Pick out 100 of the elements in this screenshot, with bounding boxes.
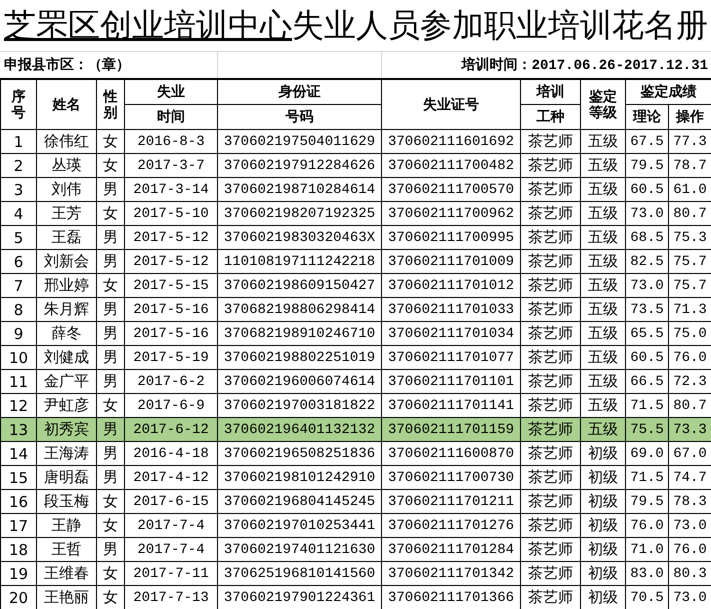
district-label: 申报县市区：（章）: [3, 56, 131, 74]
table-cell: 茶艺师: [520, 274, 580, 298]
table-cell: 五级: [580, 250, 626, 274]
table-cell: 薛冬: [36, 322, 96, 346]
table-cell: 370602111700730: [382, 466, 520, 490]
table-cell: 茶艺师: [520, 154, 580, 178]
table-cell: 71.0: [626, 538, 668, 562]
table-cell: 五级: [580, 346, 626, 370]
table-cell: 370602111701342: [382, 562, 520, 586]
table-cell: 2017-6-15: [124, 490, 218, 514]
table-cell: 2017-5-10: [124, 202, 218, 226]
table-cell: 男: [96, 226, 124, 250]
table-cell: 10: [0, 346, 36, 370]
table-cell: 初级: [580, 466, 626, 490]
table-cell: 2017-7-4: [124, 538, 218, 562]
table-cell: 370602197504011629: [218, 130, 382, 154]
table-cell: 370602111701077: [382, 346, 520, 370]
table-cell: 五级: [580, 418, 626, 442]
table-cell: 男: [96, 442, 124, 466]
table-cell: 男: [96, 298, 124, 322]
table-cell: 男: [96, 370, 124, 394]
table-cell: 男: [96, 346, 124, 370]
table-cell: 16: [0, 490, 36, 514]
table-cell: 73.5: [626, 298, 668, 322]
table-cell: 茶艺师: [520, 538, 580, 562]
header-cell: 失业证号: [382, 79, 520, 130]
table-cell: 金广平: [36, 370, 96, 394]
table-cell: 2017-7-11: [124, 562, 218, 586]
table-cell: 王哲: [36, 538, 96, 562]
table-cell: 370602197401121630: [218, 538, 382, 562]
table-cell: 茶艺师: [520, 250, 580, 274]
table-cell: 男: [96, 322, 124, 346]
table-cell: 丛瑛: [36, 154, 96, 178]
table-cell: 370602197010253441: [218, 514, 382, 538]
table-cell: 茶艺师: [520, 490, 580, 514]
table-cell: 370602198207192325: [218, 202, 382, 226]
table-cell: 茶艺师: [520, 226, 580, 250]
table-cell: 2: [0, 154, 36, 178]
table-cell: 刘伟: [36, 178, 96, 202]
table-cell: 370682198806298414: [218, 298, 382, 322]
table-cell: 14: [0, 442, 36, 466]
table-cell: 2017-6-2: [124, 370, 218, 394]
table-cell: 370682198910246710: [218, 322, 382, 346]
table-cell: 2017-3-14: [124, 178, 218, 202]
table-cell: 79.5: [626, 490, 668, 514]
table-cell: 37060219830320463X: [218, 226, 382, 250]
header-cell: 培训: [520, 79, 580, 104]
header-cell: 序号: [0, 79, 36, 130]
table-cell: 20: [0, 586, 36, 609]
table-cell: 茶艺师: [520, 322, 580, 346]
header-cell: 理论: [626, 104, 668, 130]
table-cell: 5: [0, 226, 36, 250]
table-cell: 82.5: [626, 250, 668, 274]
table-cell: 370602111600870: [382, 442, 520, 466]
table-cell: 370602111700570: [382, 178, 520, 202]
table-cell: 11: [0, 370, 36, 394]
table-cell: 段玉梅: [36, 490, 96, 514]
table-cell: 初级: [580, 514, 626, 538]
table-cell: 茶艺师: [520, 514, 580, 538]
table-cell: 370602111601692: [382, 130, 520, 154]
table-cell: 茶艺师: [520, 370, 580, 394]
table-cell: 茶艺师: [520, 130, 580, 154]
header-cell: 鉴定等级: [580, 79, 626, 130]
table-cell: 18: [0, 538, 36, 562]
table-cell: 刘新会: [36, 250, 96, 274]
table-cell: 67.5: [626, 130, 668, 154]
table-cell: 五级: [580, 274, 626, 298]
table-cell: 370602198802251019: [218, 346, 382, 370]
table-cell: 男: [96, 250, 124, 274]
header-cell: 姓名: [36, 79, 96, 130]
table-cell: 19: [0, 562, 36, 586]
table-cell: 4: [0, 202, 36, 226]
table-cell: 王维春: [36, 562, 96, 586]
table-cell: 68.5: [626, 226, 668, 250]
training-period: 培训时间：2017.06.26-2017.12.31: [460, 56, 709, 74]
table-cell: 370602196508251836: [218, 442, 382, 466]
table-cell: 75.5: [626, 418, 668, 442]
table-cell: 五级: [580, 322, 626, 346]
table-cell: 73.0: [626, 274, 668, 298]
table-cell: 370602198101242910: [218, 466, 382, 490]
table-cell: 2017-5-19: [124, 346, 218, 370]
table-cell: 370625196810141560: [218, 562, 382, 586]
table-cell: 朱月辉: [36, 298, 96, 322]
table-cell: 79.5: [626, 154, 668, 178]
sheet-title: 芝罘区创业培训中心: [4, 4, 292, 46]
table-cell: 76.0: [626, 514, 668, 538]
table-cell: 370602111701012: [382, 274, 520, 298]
table-cell: 370602111701211: [382, 490, 520, 514]
table-cell: 初级: [580, 562, 626, 586]
table-cell: 6: [0, 250, 36, 274]
table-cell: 2016-4-18: [124, 442, 218, 466]
table-cell: 370602198609150427: [218, 274, 382, 298]
table-cell: 370602197912284626: [218, 154, 382, 178]
table-cell: 370602196006074614: [218, 370, 382, 394]
table-cell: 女: [96, 274, 124, 298]
table-cell: 五级: [580, 202, 626, 226]
table-cell: 73.3: [668, 418, 711, 442]
table-cell: 2017-6-12: [124, 418, 218, 442]
table-cell: 邢业婷: [36, 274, 96, 298]
header-cell: 失业: [124, 79, 218, 104]
